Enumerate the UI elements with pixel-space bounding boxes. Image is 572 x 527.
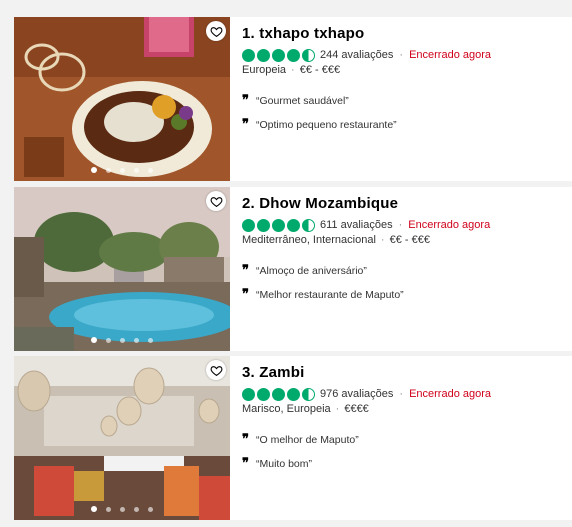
- restaurant-photo[interactable]: [14, 356, 230, 520]
- restaurant-photo[interactable]: [14, 17, 230, 181]
- carousel-dot[interactable]: [120, 337, 125, 343]
- carousel-dot[interactable]: [148, 167, 153, 173]
- carousel-dot[interactable]: [91, 167, 97, 173]
- restaurant-card[interactable]: 3. Zambi 976 avaliações · Encerrado agor…: [14, 356, 572, 520]
- carousel-dot[interactable]: [148, 506, 153, 512]
- rating-bubble: [272, 387, 285, 401]
- price-range: €€ - €€€: [389, 234, 430, 246]
- quote-icon: ❞: [242, 93, 249, 108]
- rating-bubble-half: [302, 387, 315, 401]
- review-snippet[interactable]: ❞ “Almoço de aniversário”: [242, 263, 572, 278]
- rating-bubble: [287, 218, 300, 232]
- review-snippet[interactable]: ❞ “Muito bom”: [242, 456, 572, 471]
- carousel-dot[interactable]: [106, 337, 111, 343]
- carousel-dot[interactable]: [120, 506, 125, 512]
- carousel-dots[interactable]: [14, 506, 230, 512]
- carousel-dot[interactable]: [106, 167, 111, 173]
- rating-bubble: [242, 48, 255, 62]
- carousel-dot[interactable]: [106, 506, 111, 512]
- restaurant-title[interactable]: 2. Dhow Mozambique: [242, 195, 572, 212]
- rating-bubble-half: [302, 48, 315, 62]
- review-snippet-text: “Muito bom”: [256, 457, 313, 470]
- quote-icon: ❞: [242, 117, 249, 132]
- separator: ·: [380, 234, 385, 246]
- quote-icon: ❞: [242, 287, 249, 302]
- review-snippet-text: “Gourmet saudável”: [256, 94, 349, 107]
- review-snippet[interactable]: ❞ “Optimo pequeno restaurante”: [242, 117, 572, 132]
- food-photo: [14, 17, 230, 181]
- carousel-dots[interactable]: [14, 337, 230, 343]
- restaurant-info: 2. Dhow Mozambique 611 avaliações · Ence…: [230, 187, 572, 351]
- rating-bubble: [272, 218, 285, 232]
- restaurant-card[interactable]: 1. txhapo txhapo 244 avaliações · Encerr…: [14, 17, 572, 181]
- rating-row: 244 avaliações · Encerrado agora: [242, 48, 572, 62]
- cuisine-line: Mediterrâneo, Internacional · €€ - €€€: [242, 234, 572, 246]
- review-snippet[interactable]: ❞ “O melhor de Maputo”: [242, 432, 572, 447]
- review-count[interactable]: 611 avaliações: [320, 219, 393, 231]
- cuisine: Marisco, Europeia: [242, 403, 331, 415]
- price-range: €€€€: [344, 403, 369, 415]
- rating-row: 611 avaliações · Encerrado agora: [242, 218, 572, 232]
- rating-bubble: [257, 387, 270, 401]
- carousel-dots[interactable]: [14, 167, 230, 173]
- heart-icon[interactable]: [206, 191, 226, 211]
- rating-bubble: [242, 218, 255, 232]
- separator: ·: [398, 219, 403, 231]
- cuisine-line: Marisco, Europeia · €€€€: [242, 403, 572, 415]
- carousel-dot[interactable]: [148, 337, 153, 343]
- open-status: Encerrado agora: [408, 219, 491, 231]
- restaurant-photo[interactable]: [14, 187, 230, 351]
- rating-bubble: [257, 218, 270, 232]
- restaurant-info: 1. txhapo txhapo 244 avaliações · Encerr…: [230, 17, 572, 181]
- carousel-dot[interactable]: [134, 167, 139, 173]
- open-status: Encerrado agora: [409, 388, 492, 400]
- quote-icon: ❞: [242, 263, 249, 278]
- pool-photo: [14, 187, 230, 351]
- review-snippet-text: “Optimo pequeno restaurante”: [256, 118, 397, 131]
- separator: ·: [399, 388, 404, 400]
- quote-icon: ❞: [242, 432, 249, 447]
- heart-icon[interactable]: [206, 21, 226, 41]
- review-snippet-text: “Almoço de aniversário”: [256, 264, 367, 277]
- carousel-dot[interactable]: [91, 337, 97, 343]
- review-snippet-text: “O melhor de Maputo”: [256, 433, 359, 446]
- open-status: Encerrado agora: [409, 49, 492, 61]
- dining-room-photo: [14, 356, 230, 520]
- rating-bubbles: [242, 387, 315, 401]
- rating-bubble: [287, 48, 300, 62]
- carousel-dot[interactable]: [134, 506, 139, 512]
- rating-bubbles: [242, 48, 315, 62]
- restaurant-title[interactable]: 3. Zambi: [242, 364, 572, 381]
- cuisine: Mediterrâneo, Internacional: [242, 234, 376, 246]
- restaurant-info: 3. Zambi 976 avaliações · Encerrado agor…: [230, 356, 572, 520]
- separator: ·: [399, 49, 404, 61]
- review-snippet[interactable]: ❞ “Gourmet saudável”: [242, 93, 572, 108]
- restaurant-card[interactable]: 2. Dhow Mozambique 611 avaliações · Ence…: [14, 187, 572, 351]
- rating-bubbles: [242, 218, 315, 232]
- review-snippet-text: “Melhor restaurante de Maputo”: [256, 288, 404, 301]
- rating-bubble: [257, 48, 270, 62]
- price-range: €€ - €€€: [299, 64, 341, 76]
- review-count[interactable]: 244 avaliações: [320, 49, 393, 61]
- rating-row: 976 avaliações · Encerrado agora: [242, 387, 572, 401]
- separator: ·: [291, 64, 295, 76]
- heart-icon[interactable]: [206, 360, 226, 380]
- separator: ·: [335, 403, 340, 415]
- restaurant-title[interactable]: 1. txhapo txhapo: [242, 25, 572, 42]
- rating-bubble: [287, 387, 300, 401]
- restaurant-list: 1. txhapo txhapo 244 avaliações · Encerr…: [0, 0, 572, 527]
- review-count[interactable]: 976 avaliações: [320, 388, 393, 400]
- quote-icon: ❞: [242, 456, 249, 471]
- review-snippet[interactable]: ❞ “Melhor restaurante de Maputo”: [242, 287, 572, 302]
- cuisine-line: Europeia · €€ - €€€: [242, 64, 572, 76]
- rating-bubble: [272, 48, 285, 62]
- carousel-dot[interactable]: [120, 167, 125, 173]
- carousel-dot[interactable]: [91, 506, 97, 512]
- rating-bubble-half: [302, 218, 315, 232]
- rating-bubble: [242, 387, 255, 401]
- carousel-dot[interactable]: [134, 337, 139, 343]
- cuisine: Europeia: [242, 64, 287, 76]
